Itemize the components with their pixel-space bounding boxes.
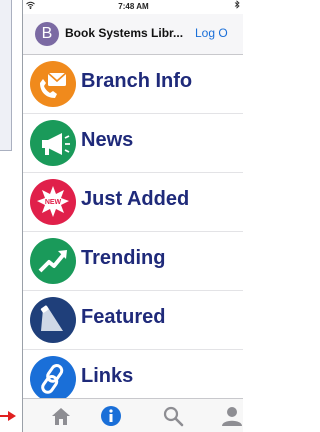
main-menu: Branch Info News NEW Just Added Trending…	[23, 55, 243, 409]
phone-screen: 7:48 AM B Book Systems Libr... Log O Bra…	[22, 0, 243, 432]
new-burst-icon: NEW	[30, 179, 76, 225]
menu-item-featured[interactable]: Featured	[23, 291, 243, 350]
logout-button[interactable]: Log O	[195, 26, 228, 40]
menu-item-label: News	[81, 129, 134, 151]
tab-bar	[23, 398, 243, 432]
menu-item-label: Trending	[81, 247, 166, 269]
page-title: Book Systems Libr...	[65, 26, 184, 40]
app-logo[interactable]: B	[35, 22, 59, 46]
background-panel	[0, 0, 12, 151]
status-bar: 7:48 AM	[23, 0, 243, 14]
new-badge-text: NEW	[45, 199, 62, 206]
tab-account[interactable]	[220, 404, 243, 428]
trending-up-icon	[30, 238, 76, 284]
megaphone-icon	[30, 120, 76, 166]
search-icon	[163, 406, 184, 427]
background-window	[0, 0, 22, 432]
spotlight-icon	[30, 297, 76, 343]
menu-item-just-added[interactable]: NEW Just Added	[23, 173, 243, 232]
bluetooth-icon	[234, 0, 240, 14]
tab-home[interactable]	[49, 404, 73, 428]
menu-item-news[interactable]: News	[23, 114, 243, 173]
info-icon	[101, 406, 121, 426]
pointer-arrow-head	[8, 411, 16, 421]
wifi-icon	[26, 0, 35, 14]
navigation-bar: B Book Systems Libr... Log O	[23, 14, 243, 55]
menu-item-trending[interactable]: Trending	[23, 232, 243, 291]
status-time: 7:48 AM	[118, 2, 149, 11]
menu-item-label: Featured	[81, 306, 166, 328]
envelope-phone-icon	[30, 61, 76, 107]
account-icon	[222, 407, 242, 426]
menu-item-label: Branch Info	[81, 70, 193, 92]
home-icon	[52, 408, 70, 425]
menu-item-branch-info[interactable]: Branch Info	[23, 55, 243, 114]
tab-info[interactable]	[99, 404, 123, 428]
menu-item-label: Links	[81, 365, 134, 387]
link-icon	[30, 356, 76, 402]
tab-search[interactable]	[161, 404, 185, 428]
menu-item-label: Just Added	[81, 188, 190, 210]
